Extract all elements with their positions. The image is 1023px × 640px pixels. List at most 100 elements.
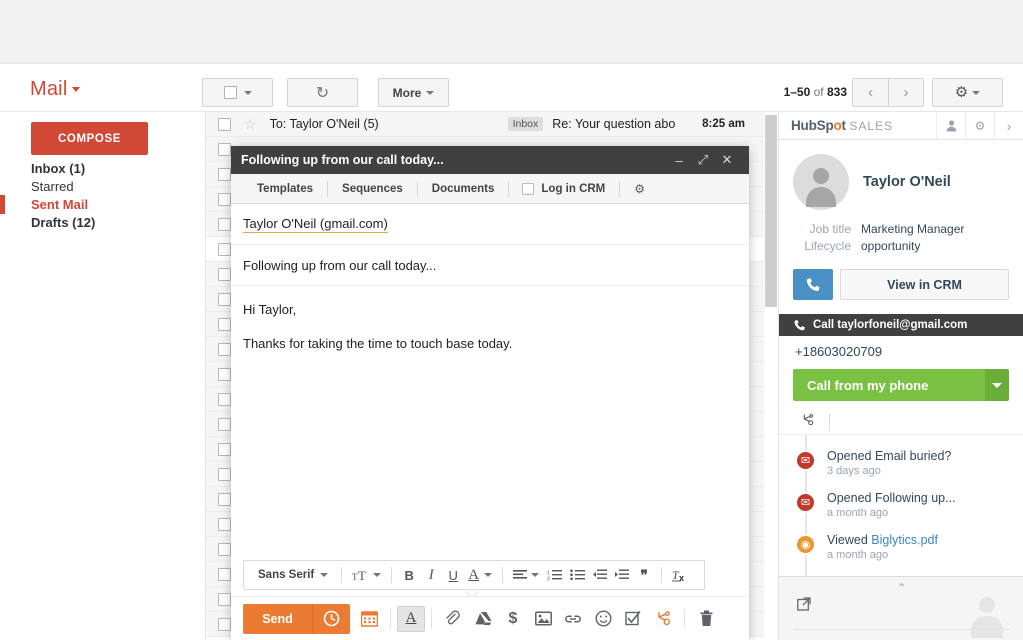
settings-gear-icon[interactable]: ⚙ — [965, 112, 994, 139]
row-checkbox[interactable] — [218, 143, 231, 156]
more-dropdown-button[interactable]: More — [378, 78, 449, 107]
outdent-button[interactable] — [590, 564, 610, 586]
phone-icon — [805, 277, 821, 293]
row-checkbox[interactable] — [218, 518, 231, 531]
blockquote-button[interactable]: ❞ — [634, 564, 654, 586]
insert-money-icon[interactable]: $ — [498, 605, 528, 633]
row-checkbox[interactable] — [218, 468, 231, 481]
row-checkbox[interactable] — [218, 543, 231, 556]
scrollbar-thumb[interactable] — [765, 115, 777, 307]
insert-emoji-icon[interactable] — [588, 605, 618, 633]
sidebar-item-starred[interactable]: Starred — [0, 178, 205, 196]
row-checkbox[interactable] — [218, 118, 231, 131]
chevron-up-icon[interactable]: ⌃ — [896, 581, 906, 595]
subject-value[interactable]: Following up from our call today... — [243, 258, 436, 273]
send-button[interactable]: Send — [243, 604, 313, 634]
font-family-dropdown[interactable]: Sans Serif — [252, 564, 334, 586]
row-checkbox[interactable] — [218, 568, 231, 581]
row-checkbox[interactable] — [218, 418, 231, 431]
refresh-button[interactable]: ↻ — [287, 78, 358, 107]
select-all-checkbox[interactable] — [224, 86, 237, 99]
list-item[interactable]: ✉ Opened Email buried? 3 days ago — [779, 449, 1023, 491]
row-checkbox[interactable] — [218, 243, 231, 256]
external-link-icon[interactable] — [797, 597, 811, 614]
expand-icon[interactable]: ⤢ — [691, 152, 715, 168]
view-in-crm-button[interactable]: View in CRM — [840, 269, 1009, 300]
log-in-crm-label[interactable]: Log in CRM — [541, 183, 605, 195]
recipient-value[interactable]: Taylor O'Neil (gmail.com) — [243, 216, 388, 233]
contact-name: Taylor O'Neil — [863, 174, 951, 190]
call-options-dropdown-button[interactable] — [985, 369, 1009, 401]
underline-button[interactable]: U — [443, 564, 463, 586]
row-checkbox[interactable] — [218, 593, 231, 606]
task-checkbox-icon[interactable] — [618, 605, 648, 633]
star-icon[interactable]: ☆ — [244, 116, 257, 133]
compose-button[interactable]: COMPOSE — [31, 122, 148, 155]
close-icon[interactable]: ✕ — [715, 152, 739, 168]
gear-icon[interactable]: ⚙ — [634, 182, 645, 196]
sidebar-item-drafts[interactable]: Drafts (12) — [0, 214, 205, 232]
hubspot-sprocket-icon[interactable] — [648, 605, 678, 633]
tab-sequences[interactable]: Sequences — [328, 183, 417, 195]
hubspot-sprocket-icon[interactable] — [801, 413, 815, 430]
tab-templates[interactable]: Templates — [243, 183, 327, 195]
row-checkbox[interactable] — [218, 393, 231, 406]
google-drive-icon[interactable] — [468, 605, 498, 633]
row-checkbox[interactable] — [218, 268, 231, 281]
row-checkbox[interactable] — [218, 493, 231, 506]
row-checkbox[interactable] — [218, 443, 231, 456]
document-link[interactable]: Biglytics.pdf — [871, 533, 938, 547]
row-checkbox[interactable] — [218, 318, 231, 331]
previous-page-button[interactable]: ‹ — [852, 78, 888, 107]
row-checkbox[interactable] — [218, 343, 231, 356]
row-checkbox[interactable] — [218, 618, 231, 631]
row-checkbox[interactable] — [218, 293, 231, 306]
mail-logo-dropdown[interactable]: Mail — [30, 78, 80, 101]
call-contact-button[interactable] — [793, 269, 833, 300]
bold-button[interactable]: B — [399, 564, 419, 586]
font-size-dropdown[interactable]: TT — [349, 564, 384, 586]
compose-window-header[interactable]: Following up from our call today... ‒ ⤢ … — [231, 146, 749, 174]
numbered-list-button[interactable]: 13 — [544, 564, 565, 586]
indent-button[interactable] — [612, 564, 632, 586]
bullet-list-button[interactable] — [567, 564, 588, 586]
schedule-send-button[interactable] — [313, 604, 350, 634]
row-checkbox[interactable] — [218, 168, 231, 181]
insert-link-icon[interactable] — [558, 605, 588, 633]
next-page-button[interactable]: › — [888, 78, 924, 107]
subject-field[interactable]: Following up from our call today... — [231, 245, 749, 286]
list-item[interactable]: ✉ Opened Following up... a month ago — [779, 491, 1023, 533]
remove-formatting-button[interactable]: Tx — [669, 564, 691, 586]
select-all-dropdown-button[interactable] — [202, 78, 273, 107]
minimize-icon[interactable]: ‒ — [667, 153, 691, 168]
sidebar-item-inbox[interactable]: Inbox (1) — [0, 160, 205, 178]
insert-photo-icon[interactable] — [528, 605, 558, 633]
email-body-editor[interactable]: Hi Taylor, Thanks for taking the time to… — [231, 286, 749, 558]
sidebar-item-sent-mail[interactable]: Sent Mail — [0, 196, 205, 214]
hubspot-logo-sales: SALES — [849, 119, 893, 133]
list-item[interactable]: ◉ Viewed Biglytics.pdf a month ago — [779, 533, 1023, 575]
text-color-button[interactable]: A — [465, 564, 495, 586]
calendar-icon[interactable] — [354, 605, 384, 633]
call-email-bar[interactable]: Call taylorfoneil@gmail.com — [779, 314, 1023, 336]
settings-dropdown-button[interactable]: ⚙ — [932, 78, 1003, 107]
row-checkbox[interactable] — [218, 193, 231, 206]
contact-summary: Taylor O'Neil — [779, 140, 1023, 210]
align-button[interactable] — [510, 564, 542, 586]
font-size-icon: TT — [352, 569, 369, 582]
italic-button[interactable]: I — [421, 564, 441, 586]
attach-file-icon[interactable] — [438, 605, 468, 633]
row-checkbox[interactable] — [218, 368, 231, 381]
mail-list-scrollbar[interactable] — [764, 112, 778, 640]
log-in-crm-checkbox[interactable] — [522, 183, 534, 195]
table-row[interactable]: ☆ To: Taylor O'Neil (5) Inbox Re: Your q… — [206, 112, 765, 137]
recipient-field[interactable]: Taylor O'Neil (gmail.com) — [231, 204, 749, 245]
call-from-my-phone-button[interactable]: Call from my phone — [793, 369, 985, 401]
row-checkbox[interactable] — [218, 218, 231, 231]
format-text-icon[interactable]: A — [397, 606, 425, 632]
discard-draft-icon[interactable] — [691, 605, 721, 633]
placeholder-avatar-body — [971, 616, 1003, 638]
tab-documents[interactable]: Documents — [418, 183, 509, 195]
collapse-panel-icon[interactable]: › — [994, 112, 1023, 139]
contact-icon[interactable] — [936, 112, 965, 139]
